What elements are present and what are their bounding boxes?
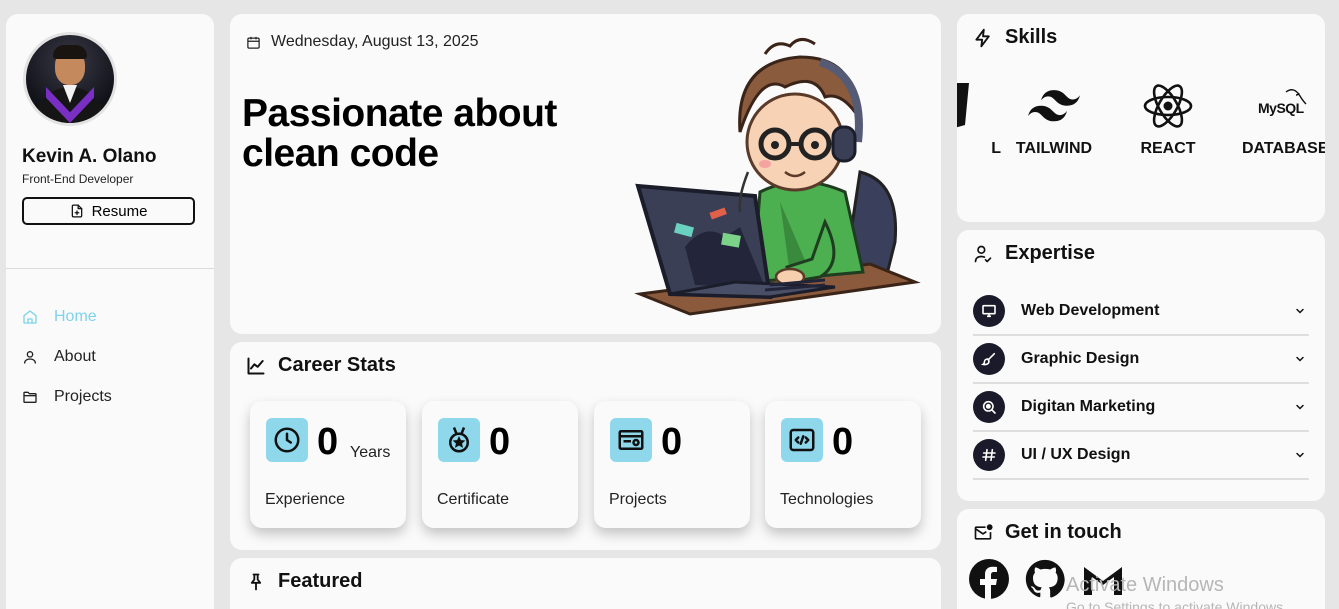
nav-label-about: About [54,348,96,365]
watermark-title: Activate Windows [1066,574,1224,596]
calendar-icon [247,36,260,49]
career-stats-title: Career Stats [278,354,396,376]
sidebar-divider [6,268,214,269]
nav-item-about[interactable]: About [22,348,96,366]
nav-item-projects[interactable]: Projects [22,388,112,406]
skill-react: REACT [1118,78,1218,158]
stat-card-certificate: 0 Certificate [422,401,578,528]
skills-card: Skills L TAILWIND REACT MySQL DATABASE [957,14,1325,222]
stat-card-experience: 0 Years Experience [250,401,406,528]
chevron-down-icon [1291,449,1309,461]
featured-title: Featured [278,570,363,592]
github-icon[interactable] [1025,559,1065,599]
expertise-card: Expertise Web Development Graphic Design… [957,230,1325,501]
user-icon [24,351,36,364]
clock-icon [266,418,308,462]
contact-heading: Get in touch [973,521,1122,544]
search-icon [973,391,1005,423]
skill-label-html: L [991,140,1001,157]
windows-activation-watermark: Activate Windows Go to Settings to activ… [1066,574,1287,609]
folder-icon [23,391,37,403]
skills-carousel[interactable]: L TAILWIND REACT MySQL DATABASE [957,78,1325,168]
expertise-item-ui-ux-design[interactable]: UI / UX Design [973,432,1309,480]
stat-label-technologies: Technologies [780,491,874,508]
user-check-icon [974,245,992,262]
hash-icon [973,439,1005,471]
expertise-label: Web Development [1021,302,1160,319]
monitor-icon [973,295,1005,327]
avatar [23,32,117,126]
expertise-label: Digitan Marketing [1021,398,1156,415]
stat-label-projects: Projects [609,491,667,508]
expertise-item-web-development[interactable]: Web Development [973,288,1309,336]
file-plus-icon [71,204,82,218]
hero-card: Wednesday, August 13, 2025 Passionate ab… [230,14,941,334]
expertise-item-graphic-design[interactable]: Graphic Design [973,336,1309,384]
skill-label-tailwind: TAILWIND [1015,140,1093,157]
stat-value-technologies: 0 [832,421,854,463]
featured-heading: Featured [246,570,362,593]
medal-icon [438,418,480,462]
stat-label-certificate: Certificate [437,491,510,508]
tailwind-icon [1004,78,1104,134]
expertise-label: UI / UX Design [1021,446,1131,463]
nav-item-home[interactable]: Home [22,308,97,326]
brush-icon [973,343,1005,375]
chevron-down-icon [1291,305,1309,317]
pin-icon [250,573,262,590]
html-icon [957,78,1001,134]
chevron-down-icon [1291,353,1309,365]
developer-illustration [634,38,921,316]
code-icon [781,418,823,462]
project-icon [610,418,652,462]
expertise-item-digital-marketing[interactable]: Digitan Marketing [973,384,1309,432]
current-date: Wednesday, August 13, 2025 [271,33,479,50]
skills-heading: Skills [973,26,1057,49]
skill-html: L [957,78,1001,158]
skill-tailwind: TAILWIND [1004,78,1104,158]
resume-label: Resume [91,202,148,220]
stat-card-technologies: 0 Technologies [765,401,921,528]
stat-value-projects: 0 [661,421,683,463]
nav-label-projects: Projects [54,388,112,405]
stat-value-certificate: 0 [489,421,511,463]
expertise-title: Expertise [1005,242,1096,264]
career-stats-heading: Career Stats [246,354,396,377]
skills-title: Skills [1005,26,1058,48]
profile-role: Front-End Developer [22,172,134,186]
chevron-down-icon [1291,401,1309,413]
date-row: Wednesday, August 13, 2025 [246,33,479,51]
career-stats-card: Career Stats 0 Years Experience 0 Certif… [230,342,941,550]
watermark-subtitle: Go to Settings to activate Windows. [1066,599,1287,609]
react-icon [1118,78,1218,134]
expertise-heading: Expertise [973,242,1095,265]
hero-tagline: Passionate about clean code [242,92,557,175]
profile-name: Kevin A. Olano [22,146,157,167]
home-icon [23,310,37,324]
bolt-icon [975,28,990,47]
skill-label-database: DATABASE [1242,140,1325,157]
skill-label-react: REACT [1140,140,1196,157]
chart-line-icon [247,357,265,374]
stat-label-experience: Experience [265,491,346,508]
nav-label-home: Home [54,308,97,325]
stat-value-experience: 0 [317,421,339,463]
stat-card-projects: 0 Projects [594,401,750,528]
expertise-label: Graphic Design [1021,350,1140,367]
facebook-icon[interactable] [969,559,1009,599]
stat-unit-experience: Years [350,444,391,461]
skill-mysql: MySQL DATABASE [1232,78,1325,158]
mail-dot-icon [974,523,993,540]
mysql-icon: MySQL [1232,78,1325,134]
featured-card: Featured [230,558,941,609]
resume-button[interactable]: Resume [22,197,195,225]
profile-sidebar: Kevin A. Olano Front-End Developer Resum… [6,14,214,609]
contact-title: Get in touch [1005,521,1122,543]
